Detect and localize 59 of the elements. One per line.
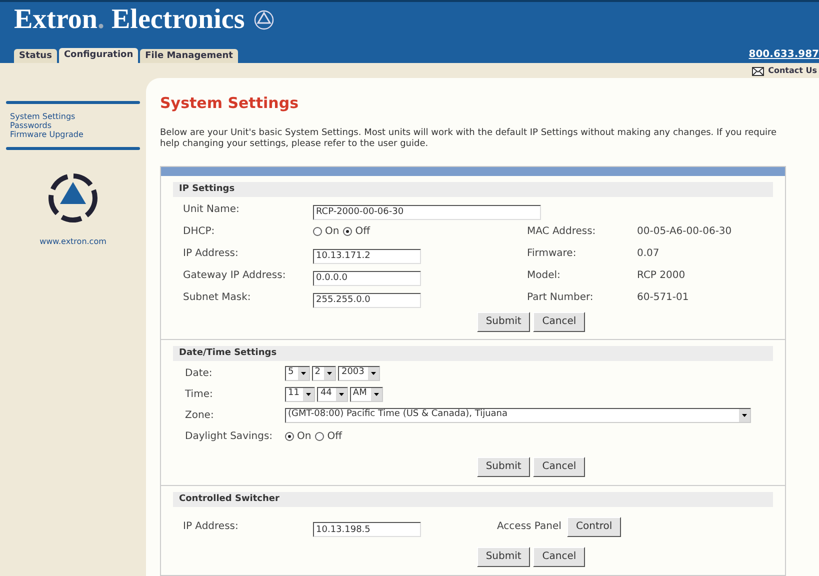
field-label: Zone: (185, 408, 215, 422)
text-field[interactable]: 10.13.198.5 (313, 522, 421, 537)
dropdown[interactable]: 2003 (338, 366, 380, 380)
info-value: RCP 2000 (637, 268, 686, 282)
contact-link[interactable]: Contact Us (752, 64, 817, 78)
field-label: IP Address: (183, 246, 240, 260)
radio-option[interactable]: On (285, 428, 312, 444)
brand-logo-text: Extron. Electronics (14, 6, 245, 34)
dropdown[interactable]: 44 (317, 386, 348, 402)
field-label: Daylight Savings: (185, 430, 274, 444)
form-button[interactable]: Control (567, 516, 622, 536)
info-value: 00-05-A6-00-06-30 (637, 224, 732, 238)
info-label: Model: (527, 268, 562, 282)
dropdown[interactable]: 2 (312, 366, 336, 380)
field-label: Unit Name: (183, 202, 240, 216)
page-title: System Settings (160, 93, 300, 114)
info-value: 0.07 (637, 246, 660, 260)
field-label: Date: (185, 366, 214, 380)
envelope-icon (752, 66, 764, 76)
dropdown[interactable]: (GMT-08:00) Pacific Time (US & Canada), Tijuana (285, 408, 751, 422)
section-header: Controlled Switcher (173, 492, 773, 506)
nav-tab[interactable]: Status (14, 49, 57, 63)
form-button[interactable]: Submit (476, 546, 530, 566)
intro-text: Below are your Unit's basic System Settings. Most units will work with the default IP Settings without making any changes. If you require help changing your settings, please refer to the user guide. (160, 128, 778, 150)
dropdown[interactable]: 11 (285, 386, 316, 402)
form-button[interactable]: Submit (476, 456, 530, 476)
nav-tab[interactable]: File Management (140, 49, 238, 63)
triangle-logo-icon (252, 9, 275, 31)
field-label: Access Panel (497, 520, 562, 534)
field-label: Time: (185, 388, 214, 402)
section-header: Date/Time Settings (173, 346, 773, 360)
form-button[interactable]: Submit (476, 312, 530, 332)
sidebar-link[interactable]: Firmware Upgrade (10, 130, 136, 139)
website-link[interactable]: www.extron.com (40, 236, 106, 248)
dropdown[interactable]: 5 (285, 366, 310, 380)
phone-link[interactable]: 800.633.987 (748, 47, 819, 62)
text-field[interactable]: 0.0.0.0 (313, 270, 421, 286)
form-button[interactable]: Cancel (533, 312, 586, 332)
text-field[interactable]: 10.13.171.2 (313, 248, 421, 264)
radio-option[interactable]: Off (343, 224, 370, 238)
field-label: IP Address: (183, 520, 240, 534)
form-button[interactable]: Cancel (533, 546, 586, 566)
field-label: DHCP: (183, 224, 216, 238)
field-label: Gateway IP Address: (183, 268, 287, 282)
section-header: IP Settings (173, 182, 773, 196)
sidebar-link[interactable]: System Settings (10, 112, 136, 121)
dropdown[interactable]: AM (350, 386, 383, 402)
info-value: 60-571-01 (637, 290, 689, 304)
radio-option[interactable]: On (313, 224, 340, 238)
info-label: Firmware: (527, 246, 578, 260)
text-field[interactable]: RCP-2000-00-06-30 (313, 204, 541, 220)
nav-tab[interactable]: Configuration (58, 48, 138, 63)
info-label: Part Number: (527, 290, 594, 304)
info-label: MAC Address: (527, 224, 597, 238)
text-field[interactable]: 255.255.0.0 (313, 292, 421, 308)
field-label: Subnet Mask: (183, 290, 252, 304)
radio-option[interactable]: Off (315, 428, 342, 444)
form-button[interactable]: Cancel (533, 456, 586, 476)
sidebar-link[interactable]: Passwords (10, 121, 136, 130)
